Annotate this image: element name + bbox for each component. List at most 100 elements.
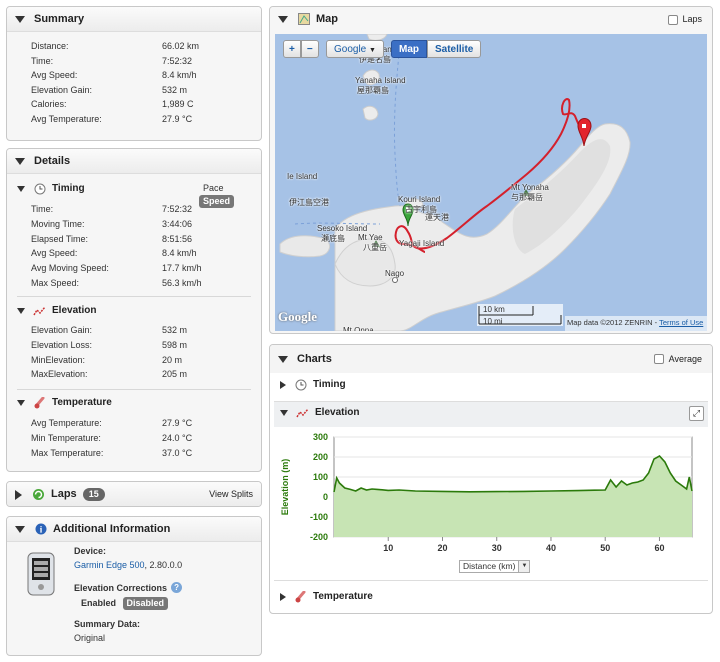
map-provider-button[interactable]: Google ▼	[326, 40, 384, 58]
stat-value: 532 m	[162, 325, 188, 335]
average-checkbox[interactable]	[653, 354, 664, 364]
zoom-out-button[interactable]: −	[300, 40, 319, 58]
laps-title: Laps	[51, 488, 77, 500]
stat-row: MinElevation: 20 m	[7, 353, 261, 368]
xaxis-select[interactable]: Distance (km) ▼	[459, 560, 531, 573]
map-header[interactable]: Map Laps	[270, 7, 712, 32]
stat-label: Distance:	[31, 41, 69, 51]
elevation-subheader[interactable]: Elevation	[17, 303, 96, 319]
collapse-icon	[15, 15, 25, 23]
expand-chart-icon[interactable]: ⤢	[689, 406, 704, 421]
stat-row: Time: 7:52:32	[7, 54, 261, 69]
chart-temperature-label: Temperature	[313, 591, 373, 602]
stat-value: 66.02 km	[162, 41, 200, 51]
info-icon: i	[34, 523, 47, 536]
stat-value: 20 m	[162, 354, 183, 365]
y-axis-label: Elevation (m)	[280, 459, 290, 516]
charts-title: Charts	[297, 352, 332, 365]
charts-header[interactable]: Charts Average	[270, 345, 712, 373]
elevation-corrections-label: Elevation Corrections	[74, 582, 168, 593]
chart-timing-row[interactable]: Timing	[280, 377, 346, 393]
map-place-label: 瀬底島	[321, 234, 345, 243]
stat-label: Moving Time:	[31, 218, 85, 229]
disabled-option[interactable]: Disabled	[122, 597, 169, 610]
stat-value: 7:52:32	[162, 204, 193, 214]
enabled-option[interactable]: Enabled	[77, 597, 120, 610]
y-tick-label: 0	[323, 492, 328, 502]
clock-icon	[33, 183, 46, 196]
x-tick-label: 20	[437, 543, 447, 553]
map-attribution: Map data ©2012 ZENRIN -	[567, 318, 658, 327]
map-type-satellite-button[interactable]: Satellite	[427, 40, 482, 58]
map-place-label: Mt Yonaha	[511, 183, 549, 192]
stat-value: 17.7 km/h	[162, 263, 202, 274]
chart-elevation-label: Elevation	[315, 407, 360, 418]
stat-label: Avg Temperature:	[31, 114, 102, 124]
temperature-subheader[interactable]: Temperature	[17, 395, 112, 411]
map-svg	[279, 34, 707, 331]
stat-row: Avg Temperature: 27.9 °C	[7, 112, 261, 127]
details-panel: Details Timing Pace Speed Time: 7:52:32 Mo…	[6, 148, 262, 472]
stat-row: MaxElevation: 205 m	[7, 367, 261, 382]
map-place-label: Mt Yae	[358, 233, 383, 242]
laps-header[interactable]: Laps 15 View Splits	[7, 482, 261, 506]
y-tick-label: 100	[313, 472, 328, 482]
help-icon[interactable]: ?	[171, 582, 183, 593]
expand-icon	[280, 593, 286, 601]
y-tick-label: 300	[313, 432, 328, 442]
x-tick-label: 60	[654, 543, 664, 553]
stat-label: Time:	[31, 204, 54, 214]
additional-info-header[interactable]: i Additional Information	[7, 517, 261, 542]
map-place-label: 与那覇岳	[511, 193, 543, 202]
laps-checkbox[interactable]	[668, 14, 679, 25]
stat-label: MaxElevation:	[31, 369, 88, 380]
stat-label: Calories:	[31, 99, 67, 110]
thermometer-icon	[294, 590, 307, 604]
clock-icon	[294, 379, 307, 392]
chart-elevation-row[interactable]: Elevation	[280, 405, 359, 421]
laps-checkbox-wrap[interactable]: Laps	[668, 7, 702, 32]
map-provider-select[interactable]: Google ▼	[326, 40, 384, 58]
map-place-label: Ie Island	[287, 172, 318, 181]
stat-label: MinElevation:	[31, 354, 86, 365]
stat-value: 1,989 C	[162, 99, 194, 110]
elevation-corrections-toggle[interactable]: Enabled Disabled	[77, 597, 169, 610]
y-tick-label: -200	[310, 532, 328, 542]
y-tick-label: -100	[310, 512, 328, 522]
map-place-label: 伊江島空港	[289, 198, 329, 207]
summary-header[interactable]: Summary	[7, 7, 261, 32]
google-logo: Google	[278, 309, 317, 324]
stat-row: Avg Speed: 8.4 km/h	[7, 68, 261, 83]
additional-info-title: Additional Information	[53, 522, 171, 535]
map-type-toggle: Map Satellite	[391, 40, 482, 58]
map-place-label: Yanaha Island	[355, 76, 406, 85]
stat-value: 8.4 km/h	[162, 70, 197, 81]
summary-data-label: Summary Data:	[74, 619, 141, 629]
elevation-chart: 300 200 100 0 -100 -200 10 20 30 40 50 60 Elevation …	[280, 432, 693, 553]
y-tick-label: 200	[313, 452, 328, 462]
map-provider-value: Google	[334, 44, 367, 55]
map-canvas[interactable]: Izena Island伊是名島Yanaha Island屋那覇島Ie Isla…	[275, 34, 707, 331]
stat-row: Max Temperature: 37.0 °C	[7, 446, 261, 461]
chart-temperature-row[interactable]: Temperature	[280, 589, 373, 605]
chart-timing-label: Timing	[313, 379, 346, 390]
pace-option[interactable]: Pace	[199, 182, 228, 195]
details-header[interactable]: Details	[7, 149, 261, 174]
map-type-map-button[interactable]: Map	[391, 40, 427, 58]
zoom-in-button[interactable]: +	[283, 40, 301, 58]
expand-icon	[15, 489, 22, 500]
map-place-label: 屋那覇島	[357, 86, 389, 95]
timing-subheader[interactable]: Timing	[17, 181, 85, 197]
terms-of-use-link[interactable]: Terms of Use	[659, 318, 703, 327]
xaxis-select-value: Distance (km)	[459, 560, 520, 573]
device-link[interactable]: Garmin Edge 500	[74, 560, 145, 570]
collapse-icon	[17, 186, 25, 192]
stat-value: 3:44:06	[162, 218, 193, 229]
average-checkbox-wrap[interactable]: Average	[653, 354, 702, 364]
expand-icon	[280, 381, 286, 389]
stat-label: Avg Speed:	[31, 70, 78, 81]
stat-row: Distance: 66.02 km	[7, 39, 261, 54]
stat-label: Avg Moving Speed:	[31, 263, 109, 274]
view-splits-link[interactable]: View Splits	[209, 482, 253, 506]
stat-row: Elevation Gain: 532 m	[7, 83, 261, 98]
